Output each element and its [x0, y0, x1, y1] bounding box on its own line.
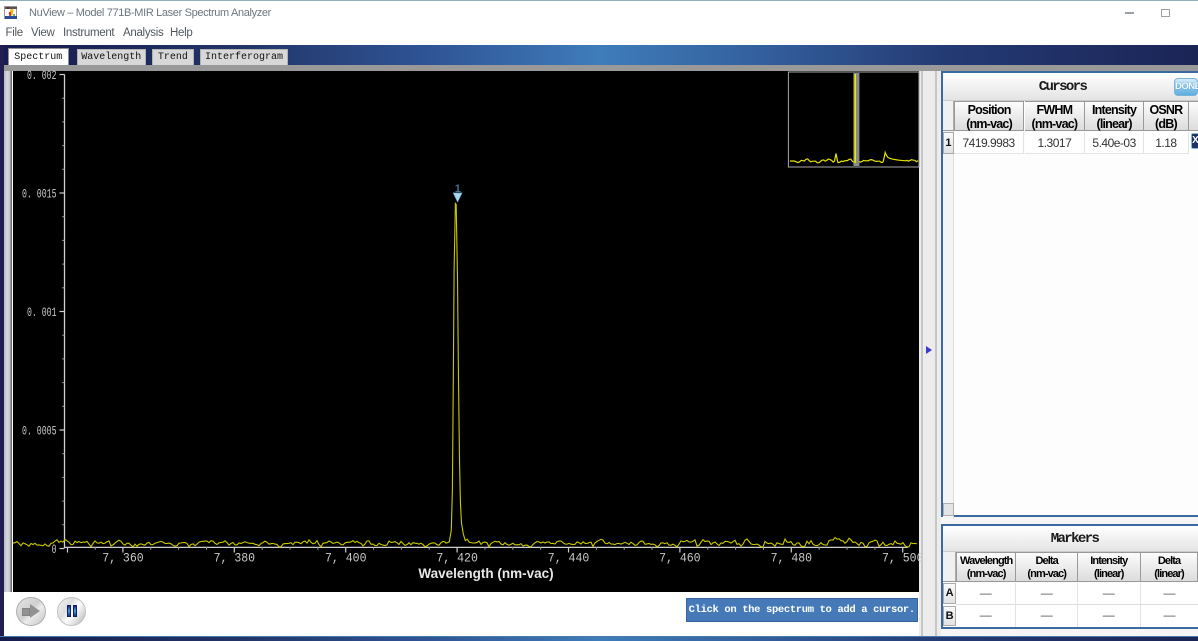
svg-text:7, 500: 7, 500: [882, 551, 924, 566]
svg-text:7, 380: 7, 380: [214, 551, 256, 566]
svg-text:7, 440: 7, 440: [548, 551, 590, 566]
svg-text:Wavelength (nm-vac): Wavelength (nm-vac): [418, 566, 553, 581]
svg-text:7, 420: 7, 420: [436, 551, 478, 566]
svg-text:0: 0: [52, 543, 57, 557]
svg-text:0. 001: 0. 001: [27, 306, 57, 320]
svg-text:7, 400: 7, 400: [325, 551, 367, 566]
svg-text:7, 360: 7, 360: [102, 551, 144, 566]
svg-text:0. 002: 0. 002: [27, 69, 57, 83]
svg-text:7, 480: 7, 480: [771, 551, 813, 566]
svg-text:1: 1: [455, 183, 461, 195]
svg-text:0. 0015: 0. 0015: [22, 188, 57, 202]
svg-text:7, 460: 7, 460: [659, 551, 701, 566]
svg-text:0. 0005: 0. 0005: [22, 425, 57, 439]
